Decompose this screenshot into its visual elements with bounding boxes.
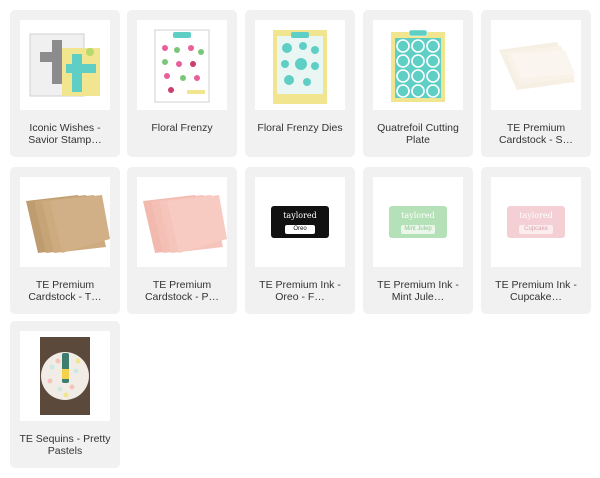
product-label: Iconic Wishes - Savior Stamp… bbox=[28, 122, 102, 146]
cardstock-image bbox=[26, 195, 110, 253]
ink-color-label: Oreo bbox=[285, 225, 315, 234]
product-thumbnail bbox=[20, 20, 110, 110]
sequins-image bbox=[40, 337, 90, 415]
product-card-iconic-wishes[interactable]: Iconic Wishes - Savior Stamp… bbox=[10, 10, 120, 157]
product-thumbnail: taylored Oreo bbox=[255, 177, 345, 267]
product-card-sequins[interactable]: TE Sequins - Pretty Pastels bbox=[10, 321, 120, 468]
product-label: TE Premium Ink - Cupcake… bbox=[495, 279, 577, 303]
brand-logo: taylored bbox=[401, 211, 435, 220]
ink-color-label: Mint Julep bbox=[401, 225, 435, 234]
product-card-cardstock-s[interactable]: TE Premium Cardstock - S… bbox=[481, 10, 591, 157]
product-label: TE Premium Ink - Oreo - F… bbox=[259, 279, 341, 303]
brand-logo: taylored bbox=[519, 211, 553, 220]
product-label: TE Premium Cardstock - T… bbox=[28, 279, 102, 303]
product-card-ink-cupcake[interactable]: taylored Cupcake TE Premium Ink - Cupcak… bbox=[481, 167, 591, 314]
product-thumbnail bbox=[20, 331, 110, 421]
product-thumbnail: taylored Mint Julep bbox=[373, 177, 463, 267]
die-set-image bbox=[273, 30, 327, 104]
product-label: TE Premium Cardstock - S… bbox=[498, 122, 574, 146]
stamp-set-image bbox=[154, 29, 210, 103]
cardstock-image bbox=[143, 195, 227, 253]
product-card-quatrefoil-cutting-plate[interactable]: Quatrefoil Cutting Plate bbox=[363, 10, 473, 157]
ink-color-label: Cupcake bbox=[519, 225, 553, 234]
product-thumbnail bbox=[20, 177, 110, 267]
product-grid: Iconic Wishes - Savior Stamp… Floral Fre… bbox=[0, 0, 600, 478]
product-card-floral-frenzy[interactable]: Floral Frenzy bbox=[127, 10, 237, 157]
product-thumbnail bbox=[255, 20, 345, 110]
product-label: Floral Frenzy Dies bbox=[257, 122, 343, 134]
product-card-cardstock-t[interactable]: TE Premium Cardstock - T… bbox=[10, 167, 120, 314]
ink-pad-image: taylored Mint Julep bbox=[389, 206, 447, 238]
product-thumbnail: taylored Cupcake bbox=[491, 177, 581, 267]
product-card-ink-oreo[interactable]: taylored Oreo TE Premium Ink - Oreo - F… bbox=[245, 167, 355, 314]
product-thumbnail bbox=[373, 20, 463, 110]
product-label: TE Premium Cardstock - P… bbox=[144, 279, 220, 303]
cardstock-image bbox=[499, 42, 575, 90]
product-label: Floral Frenzy bbox=[151, 122, 213, 134]
ink-pad-image: taylored Oreo bbox=[271, 206, 329, 238]
brand-logo: taylored bbox=[283, 211, 317, 220]
product-card-floral-frenzy-dies[interactable]: Floral Frenzy Dies bbox=[245, 10, 355, 157]
product-thumbnail bbox=[137, 20, 227, 110]
product-label: Quatrefoil Cutting Plate bbox=[377, 122, 459, 146]
product-card-ink-mint-julep[interactable]: taylored Mint Julep TE Premium Ink - Min… bbox=[363, 167, 473, 314]
product-label: TE Premium Ink - Mint Jule… bbox=[377, 279, 459, 303]
cutting-plate-image bbox=[391, 29, 445, 102]
product-card-cardstock-p[interactable]: TE Premium Cardstock - P… bbox=[127, 167, 237, 314]
product-thumbnail bbox=[491, 20, 581, 110]
ink-pad-image: taylored Cupcake bbox=[507, 206, 565, 238]
product-label: TE Sequins - Pretty Pastels bbox=[19, 433, 111, 457]
stamp-set-image bbox=[29, 33, 100, 97]
product-thumbnail bbox=[137, 177, 227, 267]
